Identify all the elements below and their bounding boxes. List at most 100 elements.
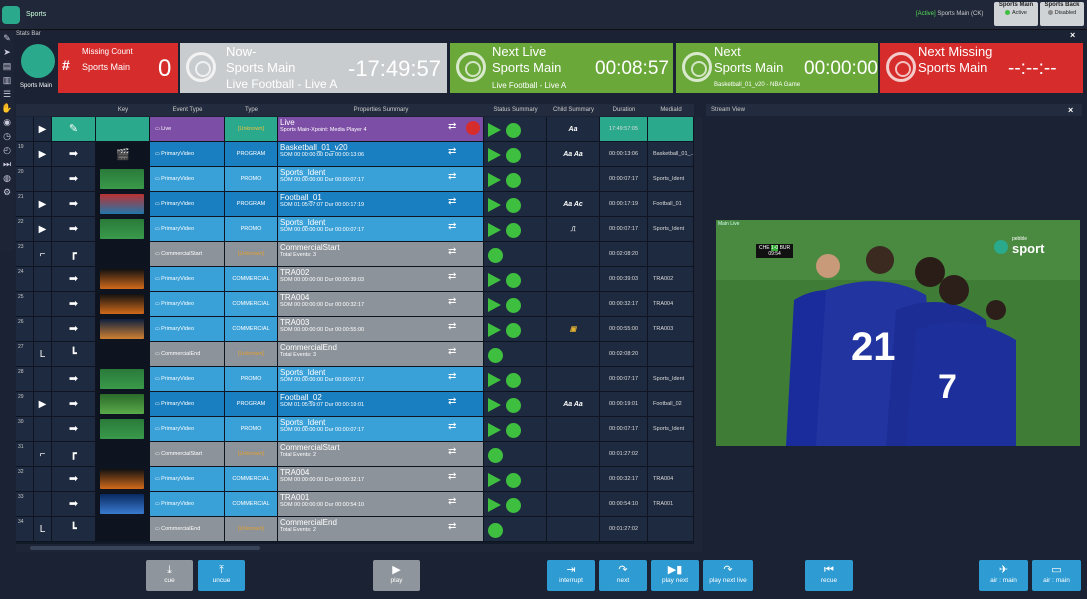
channel-sports-back[interactable]: Sports Back Disabled [1040,2,1084,26]
globe-icon[interactable]: ◍ [1,172,13,185]
media-id-cell: Sports_Ident [648,367,694,392]
table-row[interactable]: 21▶➡ PrimaryVideoPROGRAMFootball_01SOM 01… [16,192,694,217]
pencil-icon[interactable]: ✎ [1,32,13,45]
key-thumbnail [96,192,150,217]
loop-icon: ⇄ [448,196,457,207]
play-row-icon[interactable] [34,292,52,317]
play-row-icon[interactable] [34,317,52,342]
play-row-icon[interactable] [34,467,52,492]
play-row-icon[interactable] [34,167,52,192]
table-row[interactable]: 31⌐┏ CommercialStart[Unknown]CommercialSt… [16,442,694,467]
table-row[interactable]: 22▶➡ PrimaryVideoPROMOSports_IdentSOM 00:… [16,217,694,242]
close-icon[interactable]: × [1068,104,1073,116]
horizontal-scrollbar[interactable] [16,544,702,552]
properties-cell: CommercialStart Total Events: 2 ⇄ [278,442,484,467]
table-row[interactable]: 27L┗ CommercialEnd[Unknown]CommercialEndT… [16,342,694,367]
table-row[interactable]: ▶✎ Live[Unknown]LiveSports Main-Xpoint: M… [16,117,694,142]
play-button[interactable]: ▶ play [373,560,420,591]
col-header-duration[interactable]: Duration [600,104,648,116]
child-summary-cell [547,442,600,467]
col-header-child[interactable]: Child Summary [547,104,600,116]
table-row[interactable]: 28 ➡ PrimaryVideoPROMOSports_IdentSOM 00:0… [16,367,694,392]
properties-cell: TRA004 SOM 00:00:00:00 Dur 00:00:32:17 ⇄ [278,292,484,317]
key-thumbnail [96,367,150,392]
clock-icon[interactable]: ◷ [1,130,13,143]
table-row[interactable]: 33 ➡ PrimaryVideoCOMMERCIALTRA001SOM 00:00… [16,492,694,517]
table-row[interactable]: 34L┗ CommercialEnd[Unknown]CommercialEndT… [16,517,694,542]
child-summary-cell [547,417,600,442]
media-id-cell: Sports_Ident [648,167,694,192]
layers-icon[interactable]: ▤ [1,60,13,73]
play-row-icon[interactable] [34,417,52,442]
eye-icon[interactable]: ◉ [1,116,13,129]
table-row[interactable]: 25 ➡ PrimaryVideoCOMMERCIALTRA004SOM 00:00… [16,292,694,317]
table-row[interactable]: 26 ➡ PrimaryVideoCOMMERCIALTRA003SOM 00:00… [16,317,694,342]
advance-icon: ➡ [52,392,96,417]
play-row-icon[interactable]: ▶ [34,392,52,417]
play-row-icon[interactable]: ▶ [34,192,52,217]
play-row-icon[interactable] [34,492,52,517]
table-row[interactable]: 32 ➡ PrimaryVideoCOMMERCIALTRA004SOM 00:00… [16,467,694,492]
channel-sports-main[interactable]: Sports Main Active [994,2,1038,26]
table-row[interactable]: 20 ➡ PrimaryVideoPROMOSports_IdentSOM 00:0… [16,167,694,192]
play-next-button[interactable]: ▶▮ play next [651,560,699,591]
play-row-icon[interactable]: ▶ [34,117,52,142]
table-row[interactable]: 24 ➡ PrimaryVideoCOMMERCIALTRA002SOM 00:00… [16,267,694,292]
list-icon[interactable]: ☰ [1,88,13,101]
air-main-button[interactable]: ✈ air : main [979,560,1028,591]
interrupt-button[interactable]: ⇥ interrupt [547,560,595,591]
status-ok-icon [506,123,521,138]
col-header-key[interactable]: Key [96,104,150,116]
air-main-screen-button[interactable]: ▭ air : main [1032,560,1081,591]
table-row[interactable]: 23⌐┏ CommercialStart[Unknown]CommercialSt… [16,242,694,267]
media-id-cell: TRA001 [648,492,694,517]
play-row-icon[interactable]: ▶ [34,142,52,167]
col-header-type[interactable]: Type [225,104,278,116]
hand-icon[interactable]: ✋ [1,102,13,115]
status-ok-icon [506,323,521,338]
advance-icon: ➡ [52,417,96,442]
advance-icon: ➡ [52,317,96,342]
recue-button[interactable]: ⏮ recue [805,560,853,591]
media-id-cell [648,117,694,142]
sport-logo-icon [994,240,1008,254]
col-header-status[interactable]: Status Summary [484,104,547,116]
vertical-scrollbar[interactable] [694,117,702,544]
col-header-properties[interactable]: Properties Summary [278,104,484,116]
child-summary-cell [547,467,600,492]
table-row[interactable]: 19▶➡ 🎬 PrimaryVideoPROGRAMBasketball_01_v2… [16,142,694,167]
active-dot-icon [1005,10,1010,16]
play-row-icon[interactable]: ⌐ [34,242,52,267]
play-row-icon[interactable] [34,367,52,392]
col-header-mediaid[interactable]: MediaId [648,104,694,116]
history-icon[interactable]: ◴ [1,144,13,157]
col-header-event-type[interactable]: Event Type [150,104,225,116]
stream-video: 21 7 Main Live CHE 1-0 BUR 09:54 pebble … [716,220,1080,446]
play-row-icon[interactable]: L [34,342,52,367]
next-button[interactable]: ↷ next [599,560,647,591]
recue-icon: ⏮ [824,564,834,576]
duration-cell: 00:00:13:06 [600,142,648,167]
properties-cell: TRA004 SOM 00:00:00:00 Dur 00:00:32:17 ⇄ [278,467,484,492]
next-live-clock-icon [456,52,486,82]
play-row-icon[interactable] [34,267,52,292]
table-row[interactable]: 29▶➡ PrimaryVideoPROGRAMFootball_02SOM 01… [16,392,694,417]
cursor-icon[interactable]: ➤ [1,46,13,59]
type-cell: PROMO [225,167,278,192]
chart-icon[interactable]: ▥ [1,74,13,87]
play-row-icon[interactable]: ⌐ [34,442,52,467]
play-next-live-button[interactable]: ↷ play next live [703,560,753,591]
close-icon[interactable]: × [1070,30,1075,40]
skip-icon[interactable]: ⏭ [1,158,13,171]
table-row[interactable]: 30 ➡ PrimaryVideoPROMOSports_IdentSOM 00:0… [16,417,694,442]
play-row-icon[interactable]: L [34,517,52,542]
type-cell: PROMO [225,217,278,242]
cue-button[interactable]: ⤓ cue [146,560,193,591]
media-id-cell: TRA004 [648,467,694,492]
row-number: 20 [16,167,34,192]
play-row-icon[interactable]: ▶ [34,217,52,242]
uncue-button[interactable]: ⤒ uncue [198,560,245,591]
loop-icon: ⇄ [448,296,457,307]
settings-icon[interactable]: ⚙ [1,186,13,199]
scroll-thumb[interactable] [30,546,260,550]
